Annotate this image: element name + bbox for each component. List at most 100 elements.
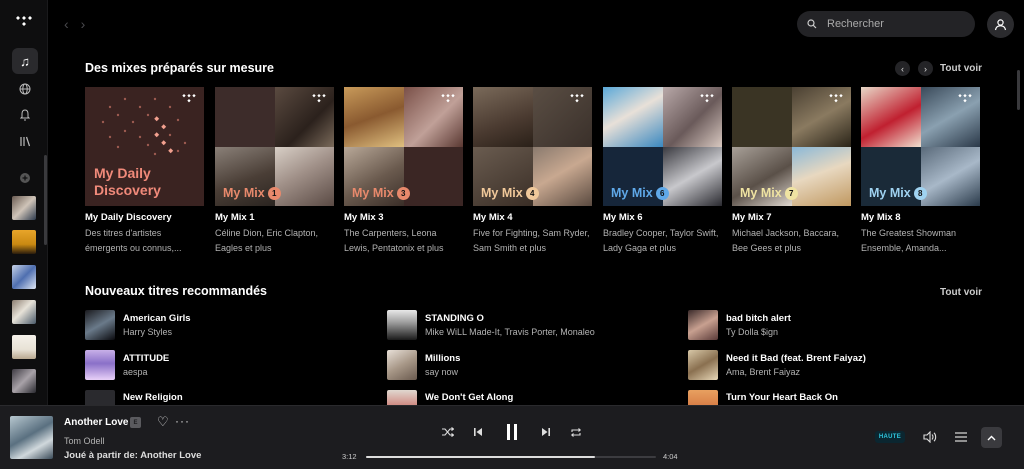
track-title[interactable]: Millions: [425, 353, 460, 364]
track-row[interactable]: New Religion: [85, 390, 183, 405]
add-playlist-button[interactable]: [12, 165, 38, 191]
new-tracks-see-all-link[interactable]: Tout voir: [940, 287, 982, 298]
daily-discovery-label: My Daily Discovery: [94, 165, 161, 199]
search-icon: [807, 19, 817, 29]
mix-cover[interactable]: My Mix 7: [732, 87, 851, 206]
mix-card[interactable]: My Mix 8 My Mix 8 The Greatest Showman E…: [861, 87, 980, 256]
mix-description: Des titres d'artistes émergents ou connu…: [85, 228, 182, 253]
track-row[interactable]: We Don't Get Along: [387, 390, 513, 405]
back-arrow-icon[interactable]: ‹: [64, 16, 69, 32]
quality-badge[interactable]: HAUTE: [875, 431, 905, 443]
now-playing-title[interactable]: Another Love: [64, 417, 128, 428]
track-title[interactable]: Turn Your Heart Back On: [726, 392, 838, 403]
mix-description: The Greatest Showman Ensemble, Amanda...: [861, 228, 957, 253]
chevron-up-icon: [987, 435, 996, 440]
sidebar-playlist-thumb[interactable]: [12, 230, 36, 254]
sidebar-playlist-thumb[interactable]: [12, 335, 36, 359]
mix-title[interactable]: My Mix 8: [861, 212, 980, 223]
next-button[interactable]: [539, 425, 553, 439]
track-cover: [387, 350, 417, 380]
track-title[interactable]: We Don't Get Along: [425, 392, 513, 403]
track-artist[interactable]: Ama, Brent Faiyaz: [726, 367, 866, 377]
mixes-see-all-link[interactable]: Tout voir: [940, 63, 982, 74]
track-title[interactable]: STANDING O: [425, 313, 595, 324]
now-playing-artist[interactable]: Tom Odell: [64, 436, 105, 446]
mix-title[interactable]: My Mix 7: [732, 212, 851, 223]
mix-title[interactable]: My Mix 3: [344, 212, 463, 223]
tidal-logo-icon[interactable]: [16, 16, 32, 28]
queue-icon: [955, 432, 967, 442]
sidebar-scrollbar[interactable]: [44, 155, 47, 245]
mix-card[interactable]: My Mix 6 My Mix 6 Bradley Cooper, Taylor…: [603, 87, 722, 256]
track-artist[interactable]: Ty Dolla $ign: [726, 327, 791, 337]
mix-card[interactable]: My Daily Discovery My Daily Discovery De…: [85, 87, 204, 256]
sidebar-playlist-thumb[interactable]: [12, 265, 36, 289]
mix-label: My Mix 3: [352, 186, 410, 200]
heart-icon[interactable]: ♡: [157, 414, 169, 430]
sidebar-playlist-thumb[interactable]: [12, 300, 36, 324]
track-artist[interactable]: Mike WiLL Made-It, Travis Porter, Monale…: [425, 327, 595, 337]
track-row[interactable]: STANDING O Mike WiLL Made-It, Travis Port…: [387, 310, 595, 340]
mix-title[interactable]: My Mix 4: [473, 212, 592, 223]
mix-card[interactable]: My Mix 3 My Mix 3 The Carpenters, Leona …: [344, 87, 463, 256]
mix-label-text: My Mix: [611, 186, 653, 200]
sidebar-playlist-thumb[interactable]: [12, 196, 36, 220]
pause-button[interactable]: [502, 422, 522, 442]
track-artist[interactable]: say now: [425, 367, 460, 377]
track-title[interactable]: New Religion: [123, 392, 183, 403]
explore-nav-button[interactable]: [12, 76, 38, 102]
forward-arrow-icon[interactable]: ›: [81, 16, 86, 32]
mix-cover[interactable]: My Mix 4: [473, 87, 592, 206]
collection-nav-button[interactable]: [12, 128, 38, 154]
track-artist[interactable]: aespa: [123, 367, 169, 377]
mix-card[interactable]: My Mix 1 My Mix 1 Céline Dion, Eric Clap…: [215, 87, 334, 256]
music-note-icon: ♫: [20, 53, 30, 69]
mix-title[interactable]: My Mix 6: [603, 212, 722, 223]
carousel-prev-button[interactable]: ‹: [895, 61, 910, 76]
track-cover: [85, 350, 115, 380]
sidebar: ♫: [0, 0, 48, 405]
repeat-button[interactable]: [569, 425, 583, 439]
track-title[interactable]: Need it Bad (feat. Brent Faiyaz): [726, 353, 866, 364]
daily-label-line: My Daily: [94, 165, 151, 181]
queue-button[interactable]: [954, 430, 968, 444]
main-scrollbar[interactable]: [1017, 70, 1020, 110]
track-title[interactable]: bad bitch alert: [726, 313, 791, 324]
playing-from-context[interactable]: Joué à partir de: Another Love: [64, 450, 201, 461]
track-row[interactable]: Millions say now: [387, 350, 460, 380]
mix-cover[interactable]: My Mix 8: [861, 87, 980, 206]
music-nav-button[interactable]: ♫: [12, 48, 38, 74]
track-row[interactable]: American Girls Harry Styles: [85, 310, 191, 340]
progress-bar[interactable]: [366, 456, 656, 458]
track-artist[interactable]: Harry Styles: [123, 327, 191, 337]
volume-button[interactable]: [922, 430, 938, 444]
mix-card[interactable]: My Mix 7 My Mix 7 Michael Jackson, Bacca…: [732, 87, 851, 256]
track-row[interactable]: bad bitch alert Ty Dolla $ign: [688, 310, 791, 340]
track-row[interactable]: Turn Your Heart Back On: [688, 390, 838, 405]
more-options-icon[interactable]: ···: [175, 414, 190, 428]
mix-title[interactable]: My Mix 1: [215, 212, 334, 223]
mix-cover[interactable]: My Mix 6: [603, 87, 722, 206]
sidebar-playlist-thumb[interactable]: [12, 369, 36, 393]
search-box[interactable]: [797, 11, 975, 37]
previous-button[interactable]: [471, 425, 485, 439]
mix-cover[interactable]: My Mix 3: [344, 87, 463, 206]
notifications-nav-button[interactable]: [12, 102, 38, 128]
profile-button[interactable]: [987, 11, 1014, 38]
mixes-section-title: Des mixes préparés sur mesure: [85, 61, 274, 75]
track-title[interactable]: ATTITUDE: [123, 353, 169, 364]
track-title[interactable]: American Girls: [123, 313, 191, 324]
track-row[interactable]: Need it Bad (feat. Brent Faiyaz) Ama, Bre…: [688, 350, 866, 380]
mix-cover[interactable]: My Daily Discovery: [85, 87, 204, 206]
mix-title[interactable]: My Daily Discovery: [85, 212, 204, 223]
expand-player-button[interactable]: [981, 427, 1002, 448]
tidal-logo-icon: [570, 94, 584, 103]
search-input[interactable]: [827, 18, 957, 30]
mix-cover[interactable]: My Mix 1: [215, 87, 334, 206]
track-row[interactable]: ATTITUDE aespa: [85, 350, 169, 380]
carousel-next-button[interactable]: ›: [918, 61, 933, 76]
shuffle-button[interactable]: [441, 425, 455, 439]
mix-card[interactable]: My Mix 4 My Mix 4 Five for Fighting, Sam…: [473, 87, 592, 256]
skip-back-icon: [474, 428, 482, 436]
now-playing-cover[interactable]: [10, 416, 53, 459]
